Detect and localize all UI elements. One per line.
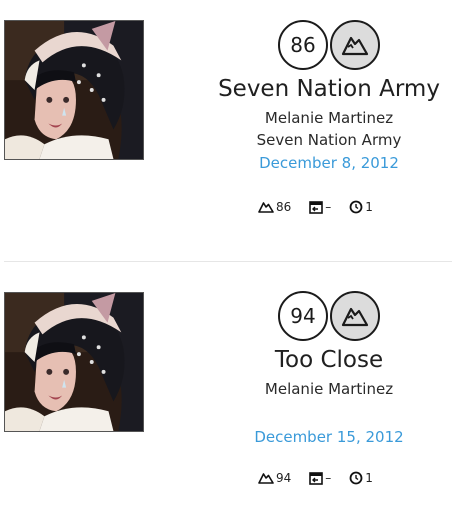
previous-rank-icon	[309, 201, 324, 214]
previous-rank-value: –	[325, 471, 332, 485]
previous-rank-icon	[309, 472, 324, 485]
chart-date[interactable]: December 15, 2012	[200, 426, 452, 448]
clock-icon	[349, 200, 363, 214]
score-value: 86	[290, 33, 316, 57]
peak-stat-value: 86	[276, 200, 292, 214]
album-cover-art	[5, 293, 143, 431]
weeks-stat-value: 1	[365, 471, 373, 485]
chart-date[interactable]: December 8, 2012	[200, 152, 452, 174]
artist-name[interactable]: Melanie Martinez	[200, 378, 452, 400]
stats-row: 94 – 1	[258, 471, 452, 485]
previous-rank-stat: –	[309, 200, 331, 214]
track-title[interactable]: Too Close	[200, 346, 452, 374]
mountain-icon	[341, 307, 369, 327]
score-value: 94	[290, 304, 316, 328]
previous-rank-stat: –	[309, 471, 331, 485]
mountain-icon	[258, 473, 274, 484]
badge-row: 86	[200, 20, 452, 70]
chart-entry: 94 Too Close Melanie Martinez December 1…	[0, 270, 452, 510]
peak-badge[interactable]	[330, 20, 380, 70]
mountain-icon	[341, 36, 369, 56]
track-info: 94 Too Close Melanie Martinez December 1…	[200, 291, 452, 448]
score-badge[interactable]: 86	[278, 20, 328, 70]
track-title[interactable]: Seven Nation Army	[200, 75, 452, 103]
entry-divider	[4, 261, 452, 262]
weeks-stat-value: 1	[365, 200, 373, 214]
album-cover-art	[5, 21, 143, 159]
stats-row: 86 – 1	[258, 200, 452, 214]
chart-entry: 86 Seven Nation Army Melanie Martinez Se…	[0, 0, 452, 240]
clock-icon	[349, 471, 363, 485]
album-cover[interactable]	[4, 20, 144, 160]
track-info: 86 Seven Nation Army Melanie Martinez Se…	[200, 20, 452, 174]
mountain-icon	[258, 202, 274, 213]
album-cover[interactable]	[4, 292, 144, 432]
artist-name[interactable]: Melanie Martinez	[200, 107, 452, 129]
peak-stat: 86	[258, 200, 291, 214]
album-name[interactable]: Seven Nation Army	[200, 129, 452, 151]
previous-rank-value: –	[325, 200, 332, 214]
peak-stat-value: 94	[276, 471, 292, 485]
peak-badge[interactable]	[330, 291, 380, 341]
peak-stat: 94	[258, 471, 291, 485]
weeks-stat: 1	[349, 200, 373, 214]
score-badge[interactable]: 94	[278, 291, 328, 341]
weeks-stat: 1	[349, 471, 373, 485]
badge-row: 94	[200, 291, 452, 341]
